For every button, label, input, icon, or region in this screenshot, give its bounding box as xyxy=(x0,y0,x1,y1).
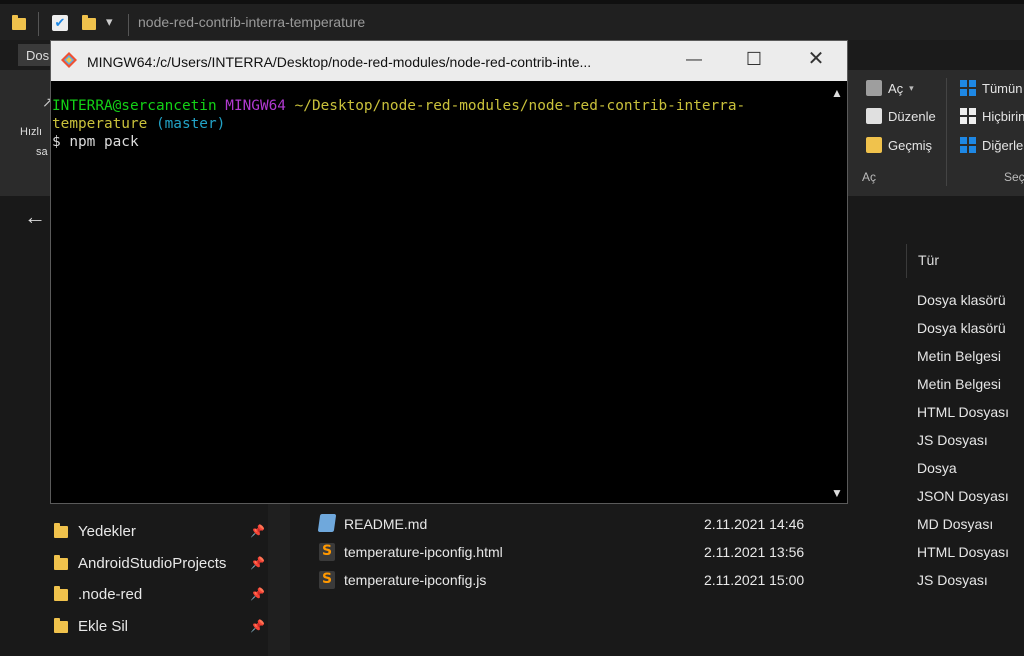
close-button[interactable]: ✕ xyxy=(806,49,826,69)
type-cell: JS Dosyası xyxy=(917,432,988,448)
explorer-window-title: node-red-contrib-interra-temperature xyxy=(138,14,366,30)
quick-access-label-2: sa xyxy=(36,146,48,158)
history-button[interactable]: Geçmiş xyxy=(866,137,932,153)
select-none-button[interactable]: Hiçbirin xyxy=(960,108,1024,124)
folder-icon xyxy=(54,618,68,633)
type-cell: Dosya xyxy=(917,460,957,476)
select-none-icon xyxy=(960,108,976,124)
sidebar-item-ekle-sil[interactable]: Ekle Sil xyxy=(54,616,128,636)
type-cell: JSON Dosyası xyxy=(917,488,1009,504)
type-cell: Metin Belgesi xyxy=(917,348,1002,364)
command-line: $ npm pack xyxy=(52,134,139,150)
folder-icon xyxy=(12,15,26,30)
type-cell: MD Dosyası xyxy=(917,516,994,532)
scroll-up-icon[interactable]: ▲ xyxy=(831,86,843,100)
pin-icon[interactable]: 📌 xyxy=(250,619,265,633)
prompt-user-host: INTERRA@sercancetin xyxy=(52,98,217,114)
column-divider[interactable] xyxy=(906,244,907,278)
type-cell: Dosya klasörü xyxy=(917,292,1006,308)
invert-selection-icon xyxy=(960,137,976,153)
edit-icon xyxy=(866,108,882,124)
prompt-path: ~/Desktop/node-red-modules/node-red-cont… xyxy=(294,98,746,114)
divider xyxy=(38,12,39,36)
file-name[interactable]: README.md xyxy=(344,516,427,532)
open-icon xyxy=(866,80,882,96)
select-all-icon xyxy=(960,80,976,96)
invert-selection-button[interactable]: Diğerle xyxy=(960,137,1023,153)
pin-icon[interactable]: 📌 xyxy=(250,556,265,570)
type-cell: HTML Dosyası xyxy=(917,544,1010,560)
folder-icon xyxy=(54,523,68,538)
terminal-output[interactable]: INTERRA@sercancetin MINGW64 ~/Desktop/no… xyxy=(52,97,826,497)
sublime-file-icon xyxy=(319,543,335,561)
back-arrow-icon[interactable]: ← xyxy=(24,204,46,230)
sidebar-item-androidstudioprojects[interactable]: AndroidStudioProjects xyxy=(54,553,226,573)
git-bash-icon xyxy=(61,52,77,68)
folder-icon xyxy=(54,586,68,601)
file-name[interactable]: temperature-ipconfig.html xyxy=(344,544,503,560)
markdown-file-icon xyxy=(317,514,337,532)
quick-access-label: Hızlı xyxy=(20,126,42,138)
sublime-file-icon xyxy=(319,571,335,589)
terminal-scrollbar[interactable] xyxy=(826,81,846,503)
type-cell: Dosya klasörü xyxy=(917,320,1006,336)
file-date: 2.11.2021 14:46 xyxy=(704,516,805,532)
prompt-path-cont: temperature xyxy=(52,116,148,132)
type-cell: JS Dosyası xyxy=(917,572,988,588)
select-group-label: Seç xyxy=(1004,170,1024,184)
pin-icon[interactable]: 📌 xyxy=(250,524,265,538)
pin-icon[interactable]: 📌 xyxy=(250,587,265,601)
type-cell: Metin Belgesi xyxy=(917,376,1002,392)
minimize-button[interactable]: — xyxy=(684,50,704,70)
open-group-label: Aç xyxy=(862,170,877,184)
customize-quick-access-icon[interactable]: ▾ xyxy=(106,14,113,30)
sidebar-item-yedekler[interactable]: Yedekler xyxy=(54,521,136,541)
dropdown-arrow-icon: ▾ xyxy=(909,82,914,93)
file-name[interactable]: temperature-ipconfig.js xyxy=(344,572,486,588)
scroll-down-icon[interactable]: ▼ xyxy=(831,486,843,500)
edit-button[interactable]: Düzenle xyxy=(866,108,936,124)
divider xyxy=(946,78,947,186)
history-icon xyxy=(866,137,882,153)
divider xyxy=(128,14,129,36)
open-button[interactable]: Aç ▾ xyxy=(866,80,914,96)
select-all-button[interactable]: Tümün xyxy=(960,80,1022,96)
terminal-title: MINGW64:/c/Users/INTERRA/Desktop/node-re… xyxy=(87,54,592,70)
prompt-env: MINGW64 xyxy=(225,98,286,114)
column-header-type[interactable]: Tür xyxy=(918,252,939,268)
properties-icon[interactable]: ✔ xyxy=(52,15,68,31)
type-cell: HTML Dosyası xyxy=(917,404,1010,420)
folder-icon xyxy=(54,555,68,570)
new-folder-icon[interactable] xyxy=(82,15,96,30)
sidebar-item-node-red[interactable]: .node-red xyxy=(54,584,142,604)
file-date: 2.11.2021 15:00 xyxy=(704,572,805,588)
file-date: 2.11.2021 13:56 xyxy=(704,544,805,560)
maximize-button[interactable]: ☐ xyxy=(744,49,764,69)
git-branch: (master) xyxy=(155,116,226,132)
